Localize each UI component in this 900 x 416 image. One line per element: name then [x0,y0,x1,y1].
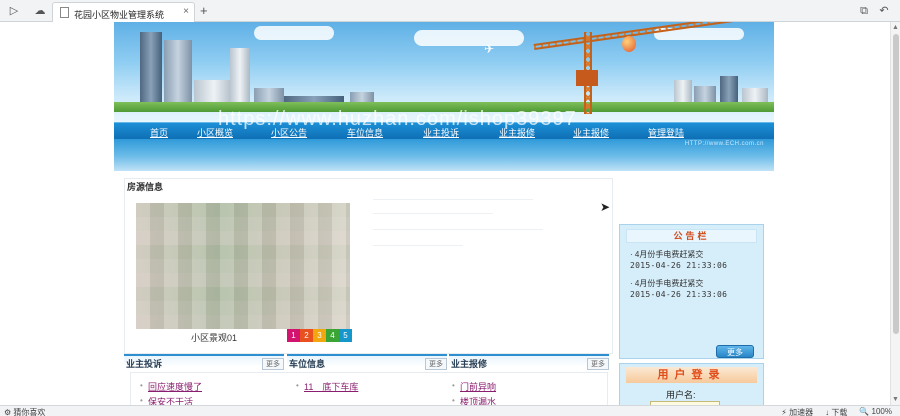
scroll-up-icon[interactable]: ▲ [892,24,899,31]
site-banner: ✈ [114,22,774,122]
browser-status-bar: ⚙ 猜你喜欢 ⚡ 加速器 ↓ 下载 🔍 100% [0,405,900,416]
notice-text: 4月份手电费赶紧交 [634,279,704,288]
more-button[interactable]: 更多 [587,358,609,370]
nav-admin-login[interactable]: 管理登陆 [648,126,684,139]
parking-header: 车位信息 更多 [287,354,447,370]
status-tools: ⚡ 加速器 ↓ 下载 🔍 100% [781,407,892,416]
column-title: 业主投诉 [126,359,163,369]
cloud-shape [254,26,334,40]
status-zoom[interactable]: 🔍 100% [859,407,892,416]
airplane-icon: ✈ [484,42,495,56]
scroll-down-icon[interactable]: ▼ [892,396,899,403]
nav-parking[interactable]: 车位信息 [347,126,383,139]
pager-button[interactable]: 2 [300,329,313,342]
complaints-header: 业主投诉 更多 [124,354,284,370]
list-item[interactable]: 楼顶漏水 [460,395,496,405]
pager-button[interactable]: 1 [287,329,300,342]
vertical-scrollbar[interactable]: ▲ ▼ [890,22,900,405]
mouse-cursor-icon: ➤ [600,200,611,214]
notice-date: 2015-04-26 21:33:06 [630,261,728,270]
column-title: 业主报修 [451,359,488,369]
banner-url-text: HTTP://www.ECH.com.cn [684,141,764,147]
nav-overview[interactable]: 小区概览 [197,126,233,139]
notice-board: 公告栏 · 4月份手电费赶紧交 2015-04-26 21:33:06 · 4月… [619,224,764,359]
browser-tab[interactable]: 花园小区物业管理系统 × [52,2,195,22]
close-tab-icon[interactable]: × [183,6,189,17]
login-title: 用户登录 [626,367,757,383]
bullet-icon: • [140,381,143,390]
tab-title: 花园小区物业管理系统 [74,10,165,20]
zoom-level: 100% [871,407,892,416]
repairs-header: 业主报修 更多 [449,354,609,370]
list-item[interactable]: 门前异响 [460,380,496,393]
scroll-thumb[interactable] [893,34,899,334]
cloud-icon[interactable]: ☁ [32,3,48,19]
notice-text: 4月份手电费赶紧交 [634,250,704,259]
page-viewport: ✈ 首页 小区概览 小区公告 车位信息 业主投诉 业主报修 业主报修 管理登陆 … [0,22,890,405]
browser-tab-bar: ▷ ☁ 花园小区物业管理系统 × + ⧉ ↶ [0,0,900,22]
status-accelerator[interactable]: ⚡ 加速器 [781,407,813,416]
tab-manager-icon[interactable]: ⧉ [856,3,872,19]
community-photo[interactable] [136,203,350,329]
notice-item[interactable]: · 4月份手电费赶紧交 [630,249,703,260]
notice-more-button[interactable]: 更多 [716,345,754,358]
pager-button[interactable]: 4 [326,329,339,342]
nav-announcements[interactable]: 小区公告 [271,126,307,139]
building-shape [230,48,250,110]
nav-repairs[interactable]: 业主报修 [499,126,535,139]
nav-complaints[interactable]: 业主投诉 [423,126,459,139]
new-tab-button[interactable]: + [200,3,208,18]
notice-date: 2015-04-26 21:33:06 [630,290,728,299]
photo-caption: 小区景观01 [191,333,238,343]
crane-cab [576,70,598,86]
main-nav: 首页 小区概览 小区公告 车位信息 业主投诉 业主报修 业主报修 管理登陆 [114,122,774,139]
status-recommend[interactable]: ⚙ 猜你喜欢 [4,407,45,416]
building-shape [164,40,192,110]
tree-line [114,102,774,112]
bullet-icon: • [452,396,455,405]
undo-icon[interactable]: ↶ [876,3,892,19]
cloud-shape [414,30,524,46]
bullet-icon: • [140,396,143,405]
pager-button[interactable]: 3 [313,329,326,342]
status-recommend-label: 猜你喜欢 [13,408,46,416]
bullet-icon: • [296,381,299,390]
list-item[interactable]: 回应速度慢了 [148,380,202,393]
username-label: 用户名: [666,390,696,400]
notice-item[interactable]: · 4月份手电费赶紧交 [630,278,703,289]
column-title: 车位信息 [289,359,326,369]
status-download-label: 下载 [831,408,848,416]
nav-home[interactable]: 首页 [150,126,168,139]
faint-decoration [373,193,553,253]
balloon-icon [622,36,636,52]
status-download[interactable]: ↓ 下载 [825,407,847,416]
housing-panel: 房源信息 小区景观01 1 2 3 4 5 [124,178,613,354]
page-icon [60,7,69,18]
nav-repairs-2[interactable]: 业主报修 [573,126,609,139]
list-item[interactable]: 保安不干活 [148,395,193,405]
bullet-icon: • [452,381,455,390]
photo-pager: 1 2 3 4 5 [287,329,352,342]
panel-title: 房源信息 [127,182,164,192]
more-button[interactable]: 更多 [425,358,447,370]
sidebar-toggle-icon[interactable]: ▷ [6,3,22,19]
nav-sub-band: HTTP://www.ECH.com.cn [114,139,774,171]
status-accelerator-label: 加速器 [789,408,814,416]
list-item[interactable]: 11 底下车库 [304,380,358,393]
pager-button[interactable]: 5 [339,329,352,342]
building-shape [140,32,162,110]
login-box: 用户登录 用户名: [619,363,764,405]
more-button[interactable]: 更多 [262,358,284,370]
notice-title: 公告栏 [626,229,757,243]
